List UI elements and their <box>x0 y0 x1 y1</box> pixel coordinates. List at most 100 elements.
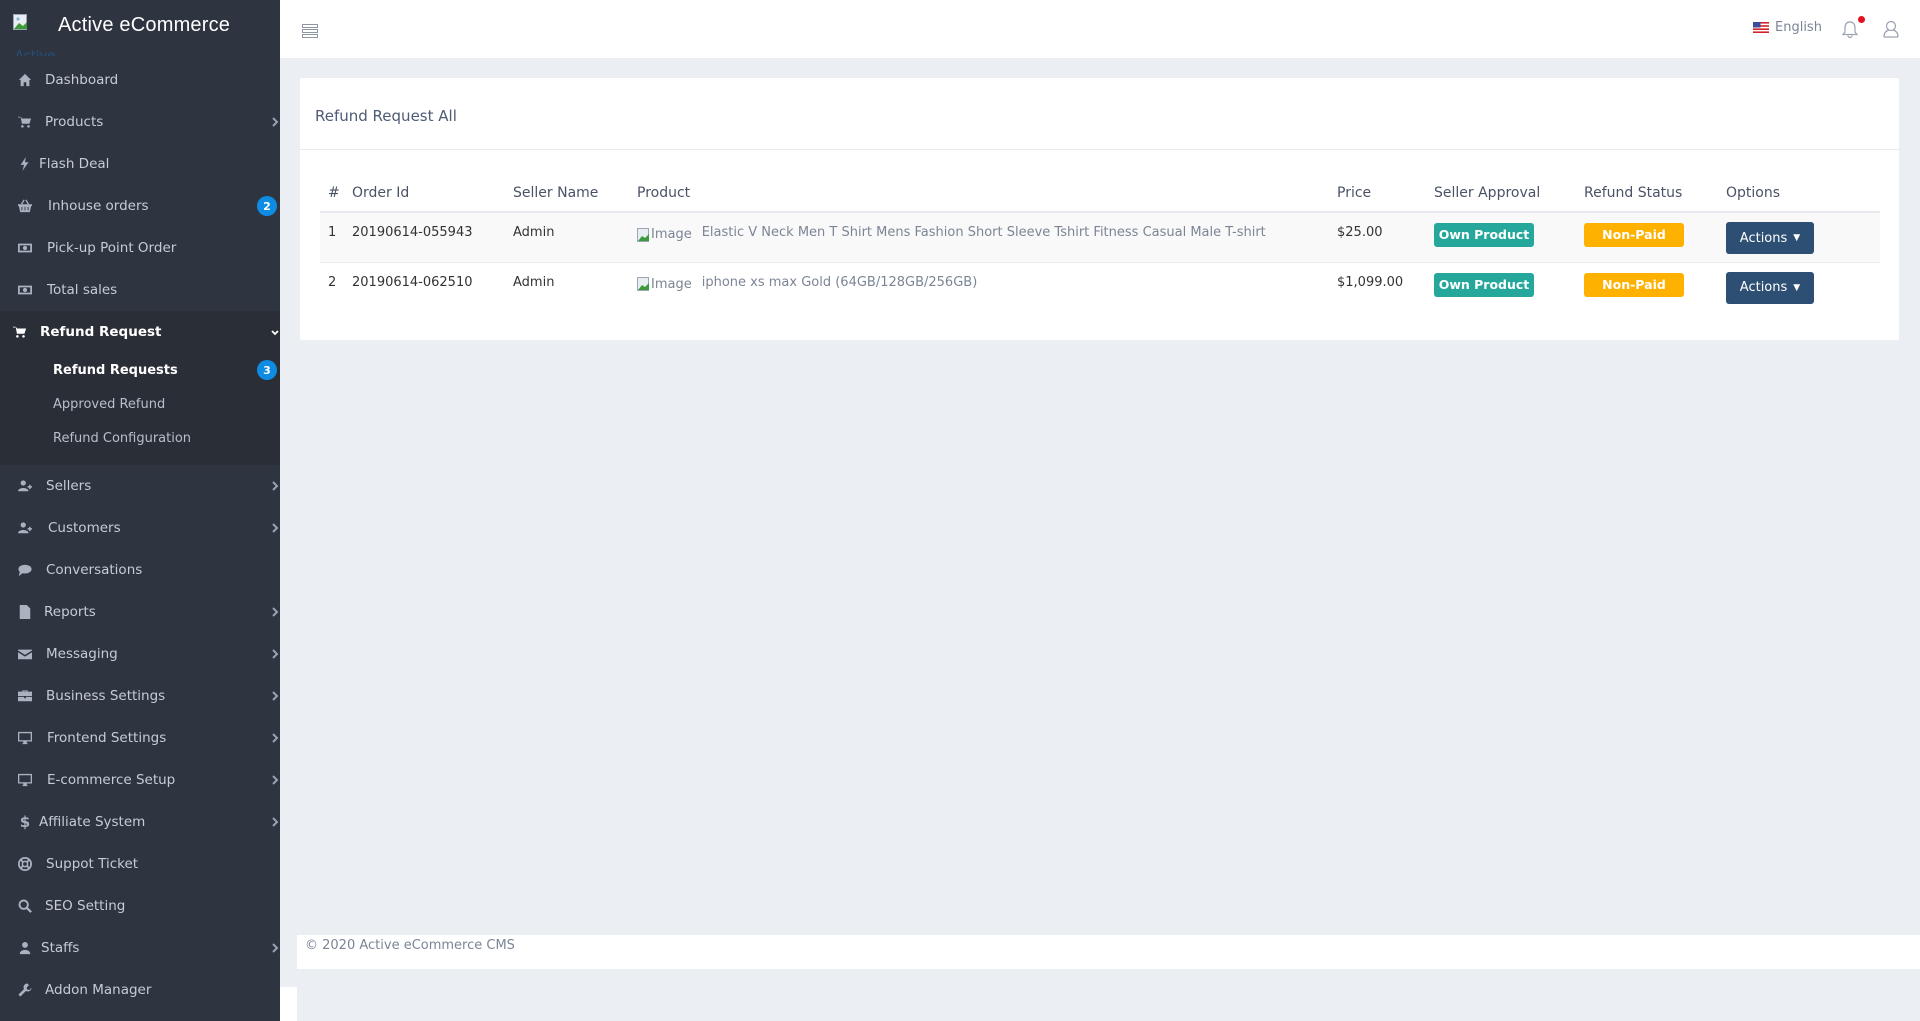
desktop-icon <box>17 772 33 788</box>
caret-down-icon: ▼ <box>1793 233 1801 243</box>
sidebar-subitem-refund-requests[interactable]: Refund Requests 3 <box>0 353 280 387</box>
life-ring-icon <box>17 856 33 872</box>
top-bar: English <box>280 0 1920 58</box>
actions-dropdown-button[interactable]: Actions ▼ <box>1726 271 1814 304</box>
sidebar-item-label: Business Settings <box>46 688 166 704</box>
language-label: English <box>1775 20 1822 35</box>
order-id: 20190614-055943 <box>352 212 513 263</box>
sidebar-subitem-label: Refund Requests <box>53 362 178 378</box>
refund-status-badge: Non-Paid <box>1584 272 1684 297</box>
brand[interactable]: Active eCommerce Active <box>0 0 280 56</box>
product-cell: Image Elastic V Neck Men T Shirt Mens Fa… <box>637 212 1337 263</box>
sidebar-item-frontend-settings[interactable]: Frontend Settings <box>0 717 280 759</box>
column-header-order-id: Order Id <box>352 174 513 213</box>
sidebar-item-addon-manager[interactable]: Addon Manager <box>0 969 280 1011</box>
user-plus-icon <box>17 520 33 536</box>
sidebar-item-sellers[interactable]: Sellers <box>0 465 280 507</box>
home-icon <box>17 72 33 88</box>
sidebar-item-conversations[interactable]: Conversations <box>0 549 280 591</box>
column-header-price: Price <box>1337 174 1434 213</box>
desktop-icon <box>17 730 33 746</box>
sidebar-item-flash-deal[interactable]: Flash Deal <box>0 143 280 185</box>
product-image[interactable]: Image <box>637 227 692 242</box>
sidebar-item-label: Reports <box>44 604 96 620</box>
notification-dot <box>1858 16 1865 23</box>
sidebar-item-dashboard[interactable]: Dashboard <box>0 59 280 101</box>
chevron-right-icon <box>270 480 280 492</box>
layout-filler <box>280 987 297 1021</box>
refund-status-badge: Non-Paid <box>1584 223 1684 247</box>
column-header-options: Options <box>1726 174 1880 213</box>
sidebar-item-label: Frontend Settings <box>47 730 167 746</box>
chevron-right-icon <box>270 116 280 128</box>
product-cell: Image iphone xs max Gold (64GB/128GB/256… <box>637 262 1337 312</box>
money-icon <box>17 282 33 298</box>
copyright-text: © 2020 Active eCommerce CMS <box>305 938 515 953</box>
sidebar: Active eCommerce Active Dashboard Produc… <box>0 0 280 1021</box>
sidebar-item-business-settings[interactable]: Business Settings <box>0 675 280 717</box>
seller-approval-badge: Own Product <box>1434 272 1534 297</box>
chevron-right-icon <box>270 690 280 702</box>
sidebar-toggle-icon[interactable] <box>302 24 318 38</box>
sidebar-subitem-approved-refund[interactable]: Approved Refund <box>0 387 280 421</box>
user-profile-icon[interactable] <box>1881 19 1901 39</box>
sidebar-item-label: Staffs <box>41 940 80 956</box>
us-flag-icon <box>1753 22 1769 33</box>
table-header-row: # Order Id Seller Name Product Price Sel… <box>320 174 1880 213</box>
notification-bell-icon[interactable] <box>1840 19 1860 39</box>
chevron-right-icon <box>270 774 280 786</box>
table-row: 2 20190614-062510 Admin Image iphone xs … <box>320 262 1880 312</box>
sidebar-item-seo-setting[interactable]: SEO Setting <box>0 885 280 927</box>
sidebar-item-ecommerce-setup[interactable]: E-commerce Setup <box>0 759 280 801</box>
sidebar-item-affiliate-system[interactable]: $ Affiliate System <box>0 801 280 843</box>
sidebar-item-total-sales[interactable]: Total sales <box>0 269 280 311</box>
sidebar-item-reports[interactable]: Reports <box>0 591 280 633</box>
chevron-down-icon <box>270 326 280 338</box>
column-header-number: # <box>320 174 352 213</box>
sidebar-item-customers[interactable]: Customers <box>0 507 280 549</box>
seller-name: Admin <box>513 274 555 290</box>
chevron-right-icon <box>270 648 280 660</box>
actions-label: Actions <box>1739 230 1788 246</box>
search-icon <box>17 898 33 914</box>
sidebar-item-label: SEO Setting <box>45 898 126 914</box>
product-name[interactable]: iphone xs max Gold (64GB/128GB/256GB) <box>702 275 978 290</box>
sidebar-item-products[interactable]: Products <box>0 101 280 143</box>
language-switcher[interactable]: English <box>1753 20 1822 35</box>
sidebar-item-label: Messaging <box>46 646 118 662</box>
order-id: 20190614-062510 <box>352 274 473 290</box>
sidebar-item-support-ticket[interactable]: Suppot Ticket <box>0 843 280 885</box>
broken-image-icon <box>637 227 649 242</box>
cart-icon <box>17 114 33 130</box>
sidebar-item-refund-request[interactable]: Refund Request <box>0 311 280 353</box>
sidebar-item-staffs[interactable]: Staffs <box>0 927 280 969</box>
options-cell: Actions ▼ <box>1726 262 1880 312</box>
comment-icon <box>17 562 33 578</box>
sidebar-subitem-label: Approved Refund <box>53 396 166 412</box>
panel-title: Refund Request All <box>315 106 457 125</box>
panel-header: Refund Request All <box>300 78 1899 150</box>
refund-requests-table: # Order Id Seller Name Product Price Sel… <box>320 174 1880 312</box>
product-image[interactable]: Image <box>637 277 692 292</box>
image-alt-text: Image <box>651 276 692 292</box>
sidebar-item-inhouse-orders[interactable]: Inhouse orders 2 <box>0 185 280 227</box>
row-number: 2 <box>328 274 337 290</box>
refund-status-cell: Non-Paid <box>1584 212 1726 263</box>
product-name[interactable]: Elastic V Neck Men T Shirt Mens Fashion … <box>702 225 1266 240</box>
row-number: 1 <box>320 212 352 263</box>
actions-label: Actions <box>1739 280 1788 295</box>
chevron-right-icon <box>270 606 280 618</box>
footer: © 2020 Active eCommerce CMS <box>297 935 1920 969</box>
briefcase-icon <box>17 688 33 704</box>
sidebar-item-pickup-point-order[interactable]: Pick-up Point Order <box>0 227 280 269</box>
actions-dropdown-button[interactable]: Actions ▼ <box>1726 222 1814 254</box>
sidebar-item-messaging[interactable]: Messaging <box>0 633 280 675</box>
sidebar-subitem-refund-configuration[interactable]: Refund Configuration <box>0 421 280 455</box>
sidebar-item-label: Flash Deal <box>39 156 110 172</box>
seller-approval-badge: Own Product <box>1434 223 1534 247</box>
column-header-seller-approval: Seller Approval <box>1434 174 1584 213</box>
seller-approval-cell: Own Product <box>1434 212 1584 263</box>
refund-status-cell: Non-Paid <box>1584 262 1726 312</box>
chevron-right-icon <box>270 816 280 828</box>
sidebar-item-label: Addon Manager <box>45 982 152 998</box>
